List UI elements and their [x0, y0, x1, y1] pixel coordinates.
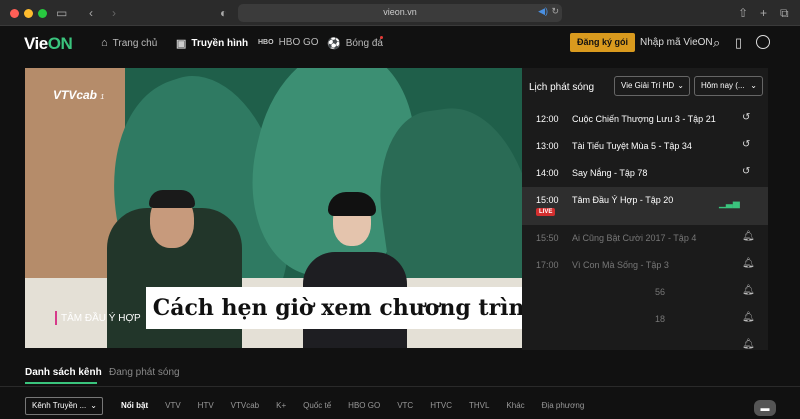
chevron-down-icon: ⌄ [677, 81, 684, 90]
site-header: VieON ⌂ Trang chủ ▣ Truyền hình HBO HBO … [0, 26, 800, 62]
channel-tabs: Danh sách kênh Đang phát sóng [0, 360, 800, 386]
schedule-row-live[interactable]: 15:00 Tâm Đầu Ý Hợp - Tập 20 LIVE ▁▃▅ [522, 187, 768, 225]
category-vtv[interactable]: VTV [165, 401, 181, 410]
replay-icon[interactable]: ↺ [742, 112, 750, 123]
hbo-icon: HBO [258, 39, 274, 46]
replay-icon[interactable]: ↺ [742, 139, 750, 150]
category-htv[interactable]: HTV [198, 401, 214, 410]
bell-icon[interactable]: 🔔︎ [742, 258, 755, 269]
schedule-row[interactable]: 14:00 Say Nắng - Tập 78 ↺ [522, 160, 768, 187]
equalizer-icon: ▁▃▅ [719, 198, 740, 208]
category-vtc[interactable]: VTC [397, 401, 413, 410]
shield-icon[interactable]: ◐ [220, 5, 227, 21]
football-icon: ⚽ [327, 38, 341, 50]
bell-icon[interactable]: 🔔︎ [742, 312, 755, 323]
host-male-hair [149, 190, 195, 208]
schedule-title: Lịch phát sóng [529, 82, 595, 93]
schedule-header: Lịch phát sóng Vie Giải Trí HD ⌄ Hôm nay… [522, 68, 768, 106]
category-thvl[interactable]: THVL [469, 401, 489, 410]
sidebar-icon[interactable]: ▭ [56, 5, 67, 21]
chevron-down-icon: ⌄ [750, 81, 757, 90]
schedule-row[interactable]: 56 🔔︎ [522, 279, 768, 306]
reload-icon[interactable]: ↻ [551, 6, 559, 17]
notification-dot [380, 36, 383, 39]
channel-logo: VTVcab 1 [53, 88, 105, 102]
nav-football[interactable]: ⚽ Bóng đá [327, 37, 383, 50]
chat-icon[interactable]: ▬ [754, 400, 776, 416]
channel-select[interactable]: Vie Giải Trí HD ⌄ [614, 76, 690, 96]
category-hbo-go[interactable]: HBO GO [348, 401, 380, 410]
tabs-icon[interactable]: ⧉ [780, 5, 789, 21]
share-icon[interactable]: ⇧ [738, 5, 748, 21]
schedule-panel: Lịch phát sóng Vie Giải Trí HD ⌄ Hôm nay… [522, 68, 768, 350]
category-kplus[interactable]: K+ [276, 401, 286, 410]
category-international[interactable]: Quốc tế [303, 401, 331, 410]
day-select[interactable]: Hôm nay (... ⌄ [694, 76, 763, 96]
schedule-list: 12:00 Cuộc Chiến Thượng Lưu 3 - Tập 21 ↺… [522, 106, 768, 350]
close-window-button[interactable] [10, 9, 19, 18]
active-tab-indicator [25, 382, 97, 384]
back-icon[interactable]: ‹ [89, 5, 93, 21]
live-badge: LIVE [536, 208, 556, 216]
tab-channel-list[interactable]: Danh sách kênh [25, 367, 102, 378]
tv-icon: ▣ [176, 38, 187, 50]
tab-broadcasting[interactable]: Đang phát sóng [109, 367, 180, 378]
nav-hbo-go[interactable]: HBO HBO GO [258, 37, 319, 48]
schedule-row[interactable]: 15:50 Ai Cũng Bật Cười 2017 - Tập 4 🔔︎ [522, 225, 768, 252]
forward-icon[interactable]: › [112, 5, 116, 21]
category-htvc[interactable]: HTVC [430, 401, 452, 410]
maximize-window-button[interactable] [38, 9, 47, 18]
schedule-row[interactable]: 17:00 Vì Con Mà Sống - Tập 3 🔔︎ [522, 252, 768, 279]
category-featured[interactable]: Nổi bật [121, 401, 148, 410]
schedule-row[interactable]: 18 🔔︎ [522, 306, 768, 333]
bell-icon[interactable]: 🔔︎ [742, 285, 755, 296]
address-bar[interactable]: vieon.vn ◀) ↻ [238, 4, 562, 22]
user-avatar-icon[interactable] [756, 35, 770, 49]
divider [0, 386, 800, 387]
schedule-row[interactable]: 12:00 Cuộc Chiến Thượng Lưu 3 - Tập 21 ↺ [522, 106, 768, 133]
host-female-hair [328, 192, 376, 216]
chevron-down-icon: ⌄ [90, 401, 97, 410]
browser-toolbar: ▭ ‹ › ◐ vieon.vn ◀) ↻ ⇧ + ⧉ [0, 0, 800, 26]
nav-tv[interactable]: ▣ Truyền hình [176, 37, 248, 50]
category-vtvcab[interactable]: VTVcab [231, 401, 259, 410]
bell-icon[interactable]: 🔔︎ [742, 231, 755, 242]
search-icon[interactable]: ⌕ [713, 35, 720, 51]
replay-icon[interactable]: ↺ [742, 166, 750, 177]
schedule-row[interactable]: 🔔︎ [522, 333, 768, 350]
nav-home[interactable]: ⌂ Trang chủ [101, 37, 157, 49]
bell-icon[interactable]: 🔔︎ [742, 339, 755, 350]
category-other[interactable]: Khác [506, 401, 524, 410]
enter-code-link[interactable]: Nhập mã VieON [640, 37, 713, 48]
register-package-button[interactable]: Đăng ký gói [570, 33, 636, 52]
vieon-logo[interactable]: VieON [24, 34, 73, 54]
mobile-icon[interactable]: ▯ [735, 35, 742, 51]
new-tab-icon[interactable]: + [760, 5, 767, 21]
home-icon: ⌂ [101, 37, 108, 49]
speaker-icon[interactable]: ◀) [538, 6, 548, 17]
minimize-window-button[interactable] [24, 9, 33, 18]
category-local[interactable]: Địa phương [542, 401, 585, 410]
program-name-lower-third: TÂM ĐẦU Ý HỢP [55, 311, 141, 325]
url-text: vieon.vn [383, 7, 417, 17]
channel-type-select[interactable]: Kênh Truyền ... ⌄ [25, 397, 103, 415]
category-filter-bar: Nổi bật VTV HTV VTVcab K+ Quốc tế HBO GO… [121, 401, 601, 410]
schedule-row[interactable]: 13:00 Tài Tiếu Tuyệt Mùa 5 - Tập 34 ↺ [522, 133, 768, 160]
